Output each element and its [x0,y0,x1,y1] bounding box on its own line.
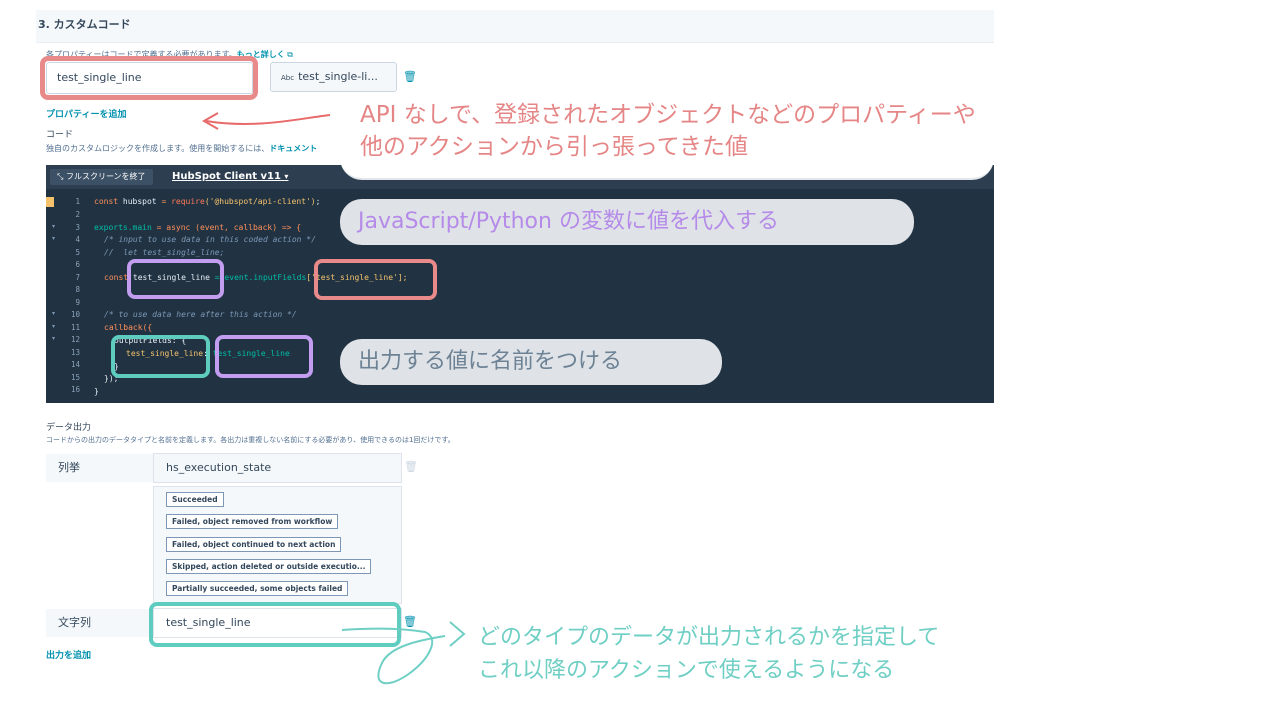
line-number: 10 [70,310,80,319]
red-annotation-line2: 他のアクションから引っ張ってきた値 [360,134,749,160]
line-number: 12 [70,335,80,344]
line-number: 2 [75,210,80,219]
caret-down-icon: ▾ [284,172,289,181]
trash-icon[interactable]: 🗑 [403,70,417,83]
data-output-label: データ出力 [46,423,92,433]
red-annotation-line1: API なしで、登録されたオブジェクトなどのプロパティーや [360,102,976,128]
teal-annotation-line2: これ以降のアクションで使えるようになる [478,658,895,683]
code-label: コード [46,130,74,140]
teal-arrow [341,621,466,685]
line-number: 11 [70,323,80,332]
line-number: 6 [75,260,80,269]
line-number: 15 [70,373,80,382]
highlight-output-key [111,335,210,378]
highlight-variable [127,259,224,299]
highlight-output-value [215,335,313,378]
line-number-gutter: 1 2 ▾ 3 ▾ 4 5 6 7 8 9 ▾ 10 ▾ 11 ▾ 12 13 … [46,193,90,403]
line-number: 14 [70,360,80,369]
enum-option[interactable]: Failed, object continued to next action [166,537,342,552]
red-arrow [201,112,331,130]
code-description-text: 独自のカスタムロジックを作成します。使用を開始するには、 [46,144,270,153]
client-version-select[interactable]: HubSpot Client v11 ▾ [172,171,288,182]
collapse-icon: ⤡ [57,172,64,181]
purple-annotation-text: JavaScript/Python の変数に値を代入する [358,209,779,234]
section-title: 3. カスタムコード [38,18,131,31]
add-property-link[interactable]: プロパティーを追加 [46,107,126,120]
enum-option[interactable]: Succeeded [166,492,224,507]
output-type-enum[interactable]: 列挙 [46,454,153,482]
exit-fullscreen-button[interactable]: ⤡ フルスクリーンを終了 [50,169,153,185]
gray-annotation-pill: 出力する値に名前をつける [340,339,722,385]
code-line-3: exports.main = async (event, callback) =… [94,223,302,232]
output-name-input[interactable]: hs_execution_state [153,453,402,483]
external-link-icon: ⧉ [287,50,293,59]
line-number: 1 [75,197,80,206]
code-line-1: const hubspot = require('@hubspot/api-cl… [94,197,321,206]
highlight-input-field [314,259,437,300]
line-number: 3 [75,223,80,232]
purple-annotation-pill: JavaScript/Python の変数に値を代入する [340,199,914,245]
add-output-link[interactable]: 出力を追加 [46,648,91,661]
line-number: 4 [75,235,80,244]
code-line-11: callback({ [104,323,153,332]
line-number: 16 [70,385,80,394]
text-type-icon: Abc [281,74,295,82]
section-header [36,10,994,43]
output-type-string[interactable]: 文字列 [46,609,153,637]
property-select[interactable]: Abc test_single-li... [270,62,397,92]
highlight-input-name [40,56,258,100]
data-output-description: コードからの出力のデータタイプと名前を定義します。各出力は重複しない名前にする必… [46,436,455,444]
line-number: 7 [75,273,80,282]
property-select-value: test_single-li... [298,70,378,83]
client-version-label: HubSpot Client v11 [172,171,281,182]
enum-option[interactable]: Partially succeeded, some objects failed [166,581,349,596]
code-line-10: /* to use data here after this action */ [104,310,297,319]
exit-fullscreen-label: フルスクリーンを終了 [65,172,146,181]
trash-icon: 🗑 [404,460,418,473]
documentation-link[interactable]: ドキュメント [269,144,317,153]
teal-annotation-line1: どのタイプのデータが出力されるかを指定して [478,625,940,650]
code-line-4: /* input to use data in this coded actio… [104,235,316,244]
code-line-16: } [94,387,99,396]
line-number: 13 [70,348,80,357]
enum-option[interactable]: Skipped, action deleted or outside execu… [166,559,372,574]
line-number: 5 [75,248,80,257]
line-number: 8 [75,285,80,294]
code-description: 独自のカスタムロジックを作成します。使用を開始するには、ドキュメント [46,143,317,154]
line-number: 9 [75,298,80,307]
code-line-5: // let test_single_line; [104,248,225,257]
gray-annotation-text: 出力する値に名前をつける [358,349,623,374]
enum-option[interactable]: Failed, object removed from workflow [166,514,339,529]
